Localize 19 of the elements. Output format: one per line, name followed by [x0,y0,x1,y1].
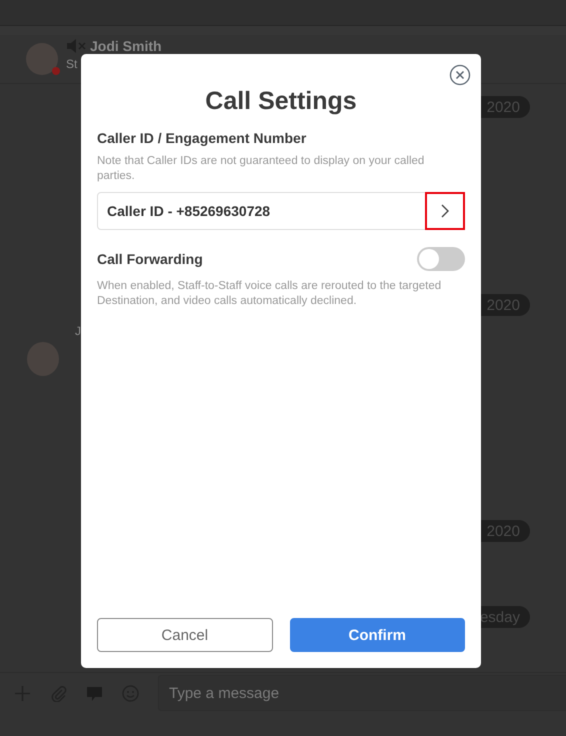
chevron-button[interactable] [425,192,465,230]
chevron-right-icon [441,204,449,218]
call-forwarding-description: When enabled, Staff-to-Staff voice calls are rerouted to the targeted Destination, and video calls automatically declined. [97,279,442,309]
call-forwarding-toggle[interactable] [417,247,465,271]
caller-id-note: Note that Caller IDs are not guaranteed to display on your called parties. [97,154,426,184]
presence-dot-icon [52,67,60,75]
close-icon[interactable] [449,64,471,86]
caller-id-selector[interactable]: Caller ID - +85269630728 [97,192,465,230]
muted-speaker-icon [66,38,86,52]
contact-status: St [66,56,78,70]
confirm-button[interactable]: Confirm [290,618,465,652]
dialog-title: Call Settings [204,86,358,116]
message-input[interactable]: Type a message [158,675,566,711]
caller-id-heading: Caller ID / Engagement Number [97,130,308,146]
caller-id-value: Caller ID - +85269630728 [107,203,270,219]
sender-name: J [75,324,82,338]
contact-name: Jodi Smith [90,38,162,54]
cancel-button[interactable]: Cancel [97,618,272,652]
call-forwarding-label: Call Forwarding [97,251,203,267]
